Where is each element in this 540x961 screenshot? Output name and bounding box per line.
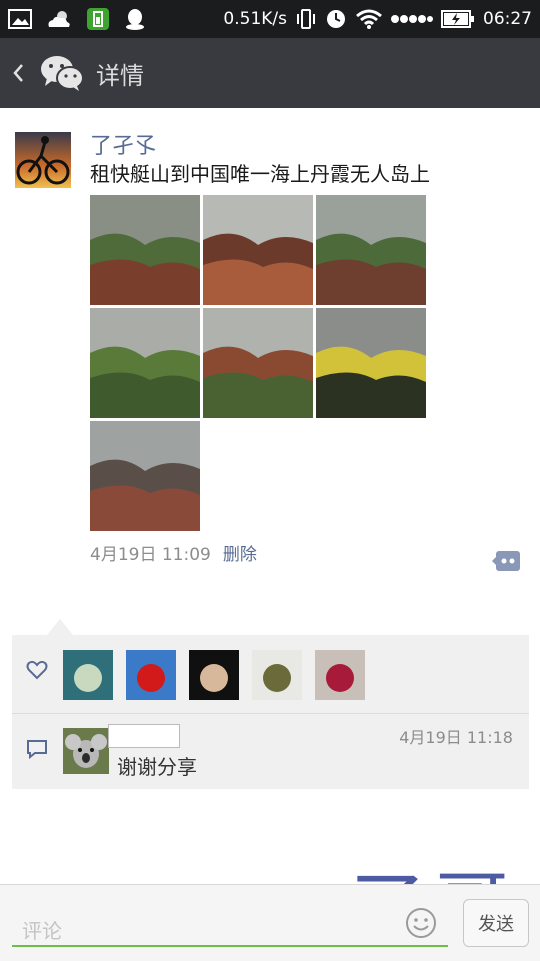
photo-hikers-rocks[interactable] xyxy=(90,195,200,305)
post-text: 租快艇山到中国唯一海上丹霞无人岛上 xyxy=(90,162,430,186)
more-actions-icon[interactable] xyxy=(492,549,522,573)
comment-input[interactable]: 评论 xyxy=(12,903,448,947)
status-bar: 0.51K/s 06:27 xyxy=(0,0,540,38)
photo-hikers-slope[interactable] xyxy=(316,195,426,305)
commenter-name-redacted[interactable] xyxy=(108,724,180,748)
delete-link[interactable]: 删除 xyxy=(223,540,257,565)
photo-red-rock-shore[interactable] xyxy=(203,195,313,305)
commenter-avatar[interactable] xyxy=(63,728,109,774)
photo-cloudy-group[interactable] xyxy=(316,308,426,418)
liker-2-avatar[interactable] xyxy=(126,650,176,700)
wifi-icon xyxy=(355,8,383,30)
comment-placeholder: 评论 xyxy=(22,919,62,943)
avatar[interactable] xyxy=(15,132,71,188)
photo-green-hill[interactable] xyxy=(90,308,200,418)
comment-row[interactable]: 4月19日 11:18 谢谢分享 xyxy=(12,714,529,789)
page-title: 详情 xyxy=(96,61,144,90)
battery-charging-icon xyxy=(441,10,475,28)
alarm-icon xyxy=(325,8,347,30)
liker-1-avatar[interactable] xyxy=(63,650,113,700)
battery-app-icon[interactable] xyxy=(86,7,110,31)
network-speed: 0.51K/s xyxy=(223,9,287,29)
post-meta: 4月19日 11:09 删除 xyxy=(90,540,257,565)
likes-row xyxy=(12,635,529,713)
qq-icon[interactable] xyxy=(124,7,146,31)
nav-bar: 详情 xyxy=(0,38,540,108)
vibrate-icon xyxy=(295,8,317,30)
social-caret xyxy=(47,619,73,635)
comment-bubble-icon xyxy=(26,738,48,760)
likes-comments-panel: 4月19日 11:18 谢谢分享 xyxy=(12,635,529,789)
clock: 06:27 xyxy=(483,9,532,29)
photo-hill-sea[interactable] xyxy=(203,308,313,418)
post-username[interactable]: 了孑孓 xyxy=(90,128,156,160)
comment-text: 谢谢分享 xyxy=(117,755,197,779)
wechat-logo-icon[interactable] xyxy=(36,38,88,108)
signal-icon xyxy=(391,13,433,25)
image-icon xyxy=(8,9,32,29)
liker-5-avatar[interactable] xyxy=(315,650,365,700)
send-button[interactable]: 发送 xyxy=(463,899,529,947)
comment-input-bar: 评论 发送 xyxy=(0,884,540,961)
liker-4-avatar[interactable] xyxy=(252,650,302,700)
weather-icon xyxy=(46,9,72,29)
liker-3-avatar[interactable] xyxy=(189,650,239,700)
smiley-icon[interactable] xyxy=(405,907,437,939)
comment-time: 4月19日 11:18 xyxy=(399,728,513,747)
chevron-left-icon[interactable] xyxy=(0,38,36,108)
heart-icon xyxy=(26,659,48,681)
photo-village-road[interactable] xyxy=(90,421,200,531)
post-time: 4月19日 11:09 xyxy=(90,545,211,565)
